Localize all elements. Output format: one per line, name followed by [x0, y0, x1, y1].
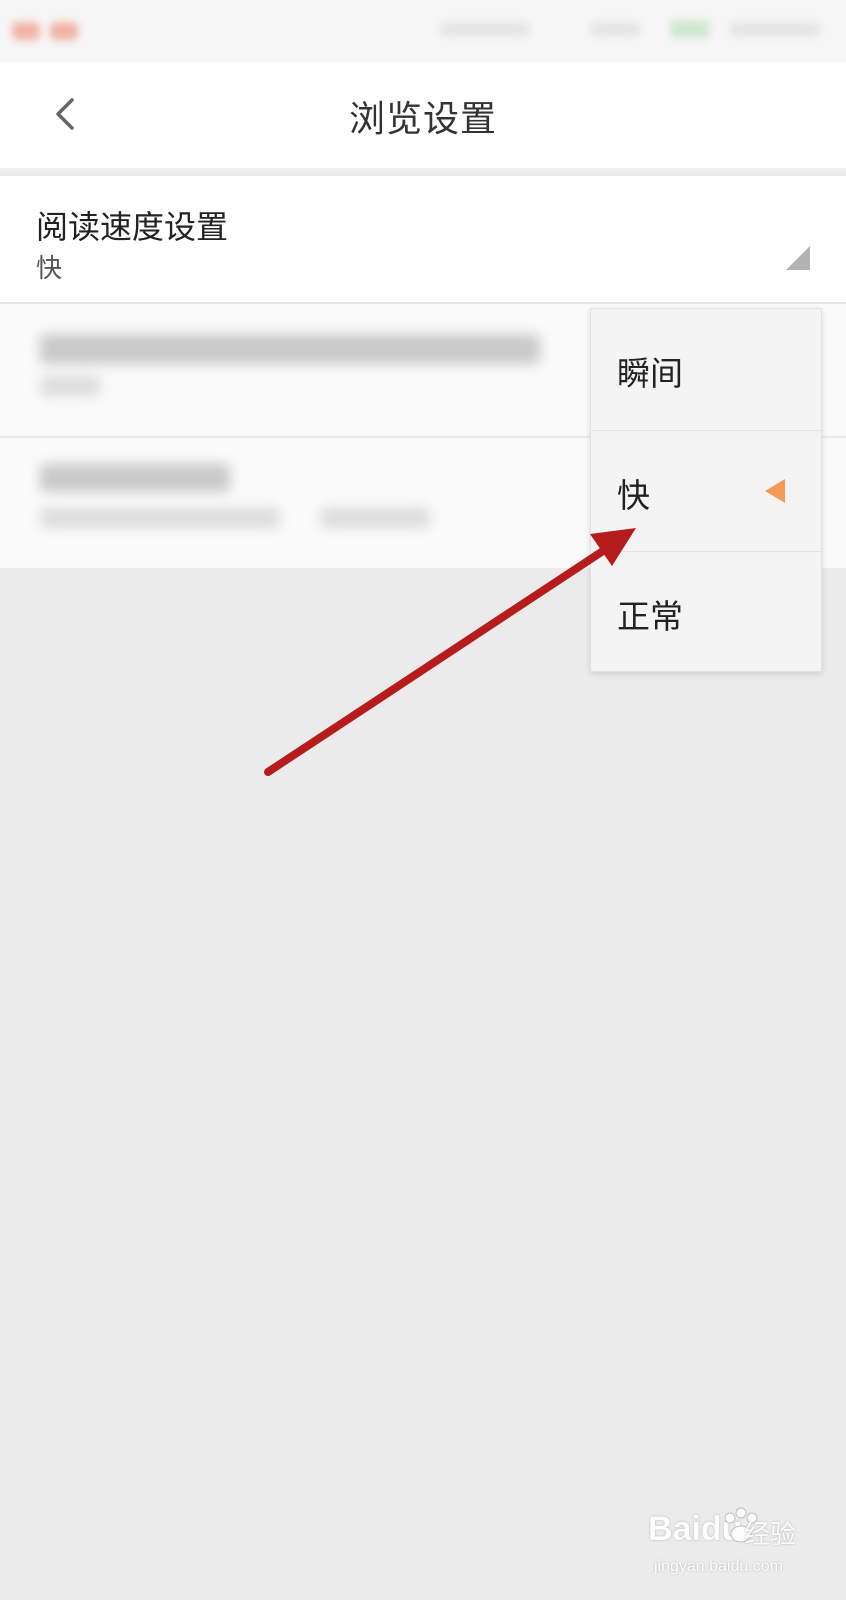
blurred-text — [40, 508, 280, 528]
page-title: 浏览设置 — [348, 99, 497, 140]
blurred-text — [40, 376, 100, 396]
setting-value: 快 — [36, 254, 63, 284]
status-icons — [440, 22, 530, 36]
blurred-text — [320, 508, 430, 528]
reading-speed-setting[interactable]: 阅读速度设置 快 — [0, 176, 846, 304]
menu-item-label: 快 — [617, 476, 650, 515]
menu-item-label: 瞬间 — [617, 354, 683, 393]
watermark-url: jingyan.baidu.com — [654, 1558, 783, 1575]
status-icons — [590, 22, 640, 36]
blurred-text — [40, 464, 230, 492]
arrow-shaft — [264, 541, 616, 776]
dropdown-corner-icon — [786, 246, 810, 270]
clock — [730, 22, 820, 36]
menu-item-normal[interactable]: 正常 — [591, 551, 823, 672]
signal-icon — [50, 22, 78, 40]
status-bar — [0, 0, 846, 62]
menu-item-label: 正常 — [617, 597, 683, 636]
speed-options-menu: 瞬间 快 正常 — [590, 308, 823, 672]
signal-icon — [12, 22, 40, 40]
menu-item-fast[interactable]: 快 — [591, 430, 823, 551]
setting-title: 阅读速度设置 — [36, 208, 229, 246]
watermark-brand: 经验 — [744, 1520, 797, 1550]
selected-indicator-icon — [765, 479, 785, 503]
blurred-text — [40, 334, 540, 364]
battery-icon — [670, 20, 710, 38]
menu-item-instant[interactable]: 瞬间 — [591, 309, 823, 430]
app-header: 浏览设置 — [0, 62, 846, 172]
baidu-jingyan-watermark: Baidu 经验 jingyan.baidu.com — [648, 1507, 818, 1590]
